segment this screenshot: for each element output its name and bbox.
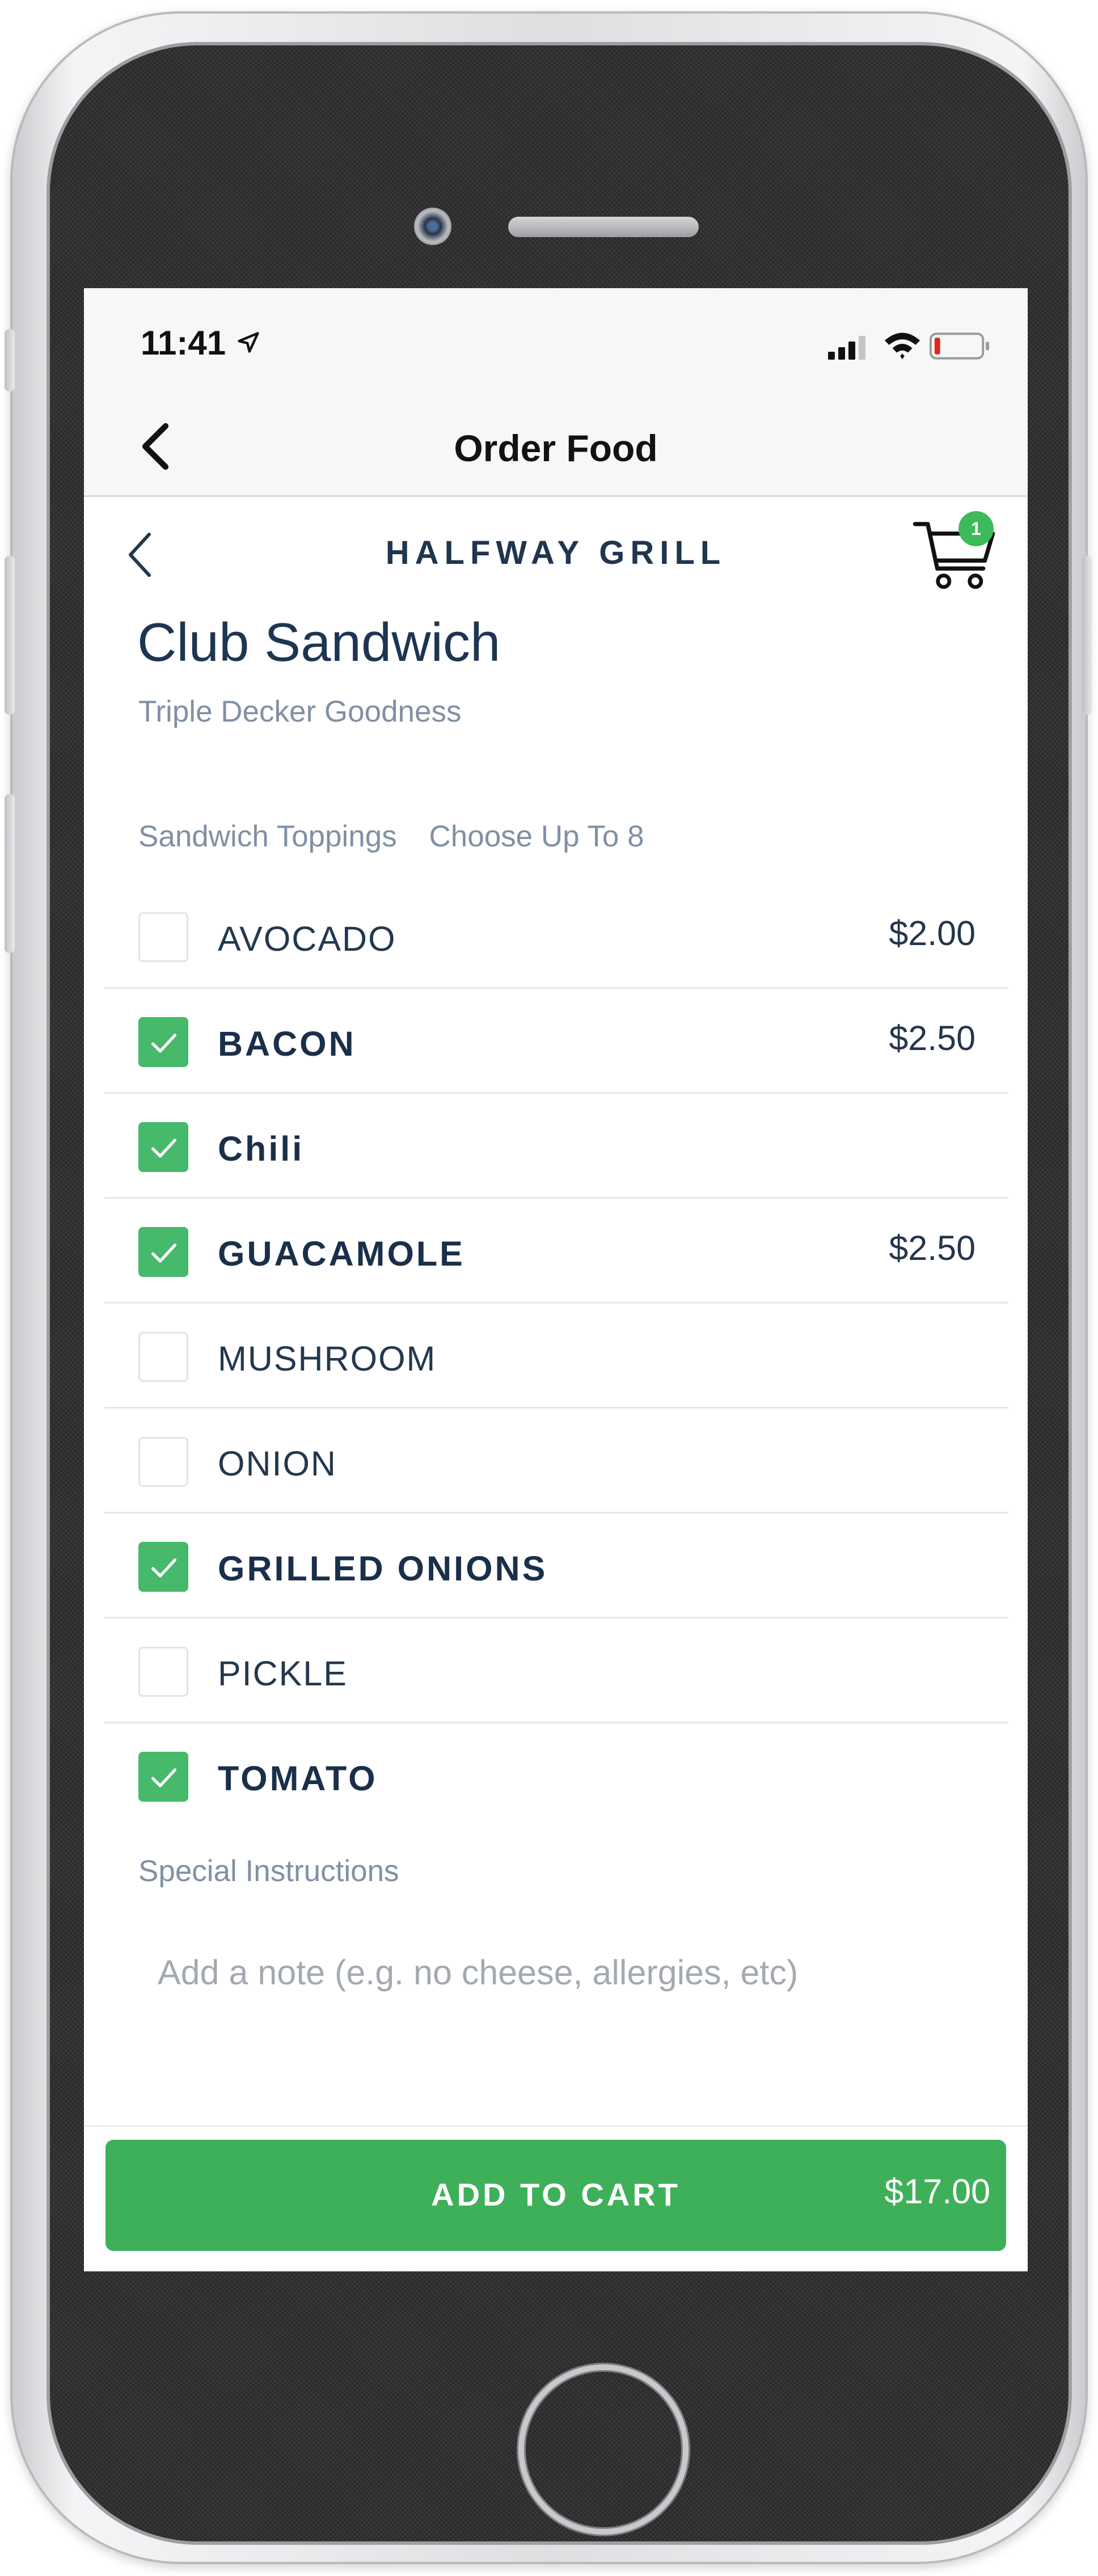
topping-price: $2.50 [889,1229,975,1267]
checkbox-checked[interactable] [138,1227,188,1277]
toppings-limit: Choose Up To 8 [429,820,644,853]
topping-row[interactable]: TOMATO [104,1723,1008,1828]
topping-label: GUACAMOLE [218,1234,465,1273]
topping-price: $2.00 [889,914,975,952]
checkmark-icon [151,1243,177,1263]
restaurant-header: HALFWAY GRILL 1 [84,499,1028,612]
topping-row[interactable]: AVOCADO $2.00 [104,884,1008,989]
add-to-cart-label: ADD TO CART [431,2177,681,2212]
restaurant-name: HALFWAY GRILL [385,534,727,571]
checkmark-icon [151,1558,177,1578]
location-arrow-icon [238,332,259,353]
earpiece-speaker [508,217,699,237]
topping-label: AVOCADO [218,920,396,958]
power-button [1082,556,1092,715]
topping-label: Chili [218,1129,305,1168]
status-time: 11:41 [141,324,226,362]
battery-icon [929,332,990,360]
order-total: $17.00 [884,2172,990,2211]
topping-row[interactable]: Chili [104,1094,1008,1199]
topping-label: PICKLE [218,1654,348,1693]
toppings-section-header: Sandwich Toppings Choose Up To 8 [138,819,668,854]
checkbox-unchecked[interactable] [138,1437,188,1487]
item-subtitle: Triple Decker Goodness [138,695,462,728]
special-instructions-label: Special Instructions [138,1854,399,1888]
toppings-label: Sandwich Toppings [138,820,397,853]
topping-label: BACON [218,1025,356,1063]
checkbox-unchecked[interactable] [138,1647,188,1697]
topping-label: GRILLED ONIONS [218,1549,548,1588]
cart-count-badge: 1 [958,511,994,546]
checkbox-checked[interactable] [138,1542,188,1592]
checkbox-checked[interactable] [138,1122,188,1172]
checkmark-icon [151,1768,177,1787]
signal-icon [828,336,865,360]
home-button[interactable] [518,2364,689,2535]
checkmark-icon [151,1034,177,1053]
footer-divider [84,2125,1028,2127]
volume-up-button [5,556,15,715]
navigation-header: Order Food [84,396,1028,497]
checkmark-icon [151,1139,177,1158]
topping-label: TOMATO [218,1759,378,1798]
mute-switch [5,329,15,391]
toppings-list: AVOCADO $2.00 BACON $2.50 Chili GUACAMOL… [104,884,1008,1828]
topping-row[interactable]: PICKLE [104,1618,1008,1723]
topping-row[interactable]: MUSHROOM [104,1304,1008,1409]
checkbox-unchecked[interactable] [138,912,188,962]
special-instructions-input[interactable] [138,1947,972,1998]
checkbox-unchecked[interactable] [138,1332,188,1382]
topping-row[interactable]: GRILLED ONIONS [104,1513,1008,1618]
topping-row[interactable]: BACON $2.50 [104,989,1008,1094]
topping-label: MUSHROOM [218,1339,437,1378]
wifi-icon [884,332,920,360]
topping-price: $2.50 [889,1019,975,1057]
topping-row[interactable]: GUACAMOLE $2.50 [104,1199,1008,1304]
front-camera [414,208,451,245]
checkbox-checked[interactable] [138,1017,188,1067]
checkbox-checked[interactable] [138,1752,188,1802]
status-bar: 11:41 [84,288,1028,396]
add-to-cart-button[interactable]: ADD TO CART $17.00 [105,2140,1006,2251]
item-title: Club Sandwich [137,612,501,673]
app-screen: 11:41 Order Food HALFWAY GRILL 1 Club Sa… [84,288,1028,2271]
topping-row[interactable]: ONION [104,1409,1008,1513]
page-title: Order Food [454,427,658,469]
volume-down-button [5,794,15,953]
topping-label: ONION [218,1444,337,1483]
